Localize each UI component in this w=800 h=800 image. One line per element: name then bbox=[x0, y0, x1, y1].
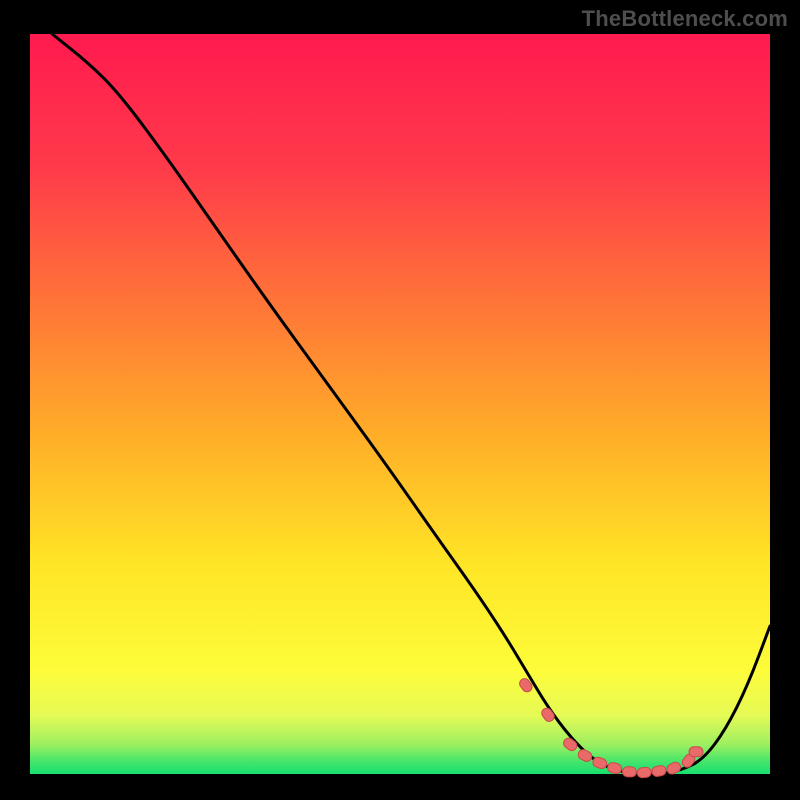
highlight-marker bbox=[637, 767, 652, 778]
chart-frame: TheBottleneck.com bbox=[0, 0, 800, 800]
highlight-marker bbox=[622, 766, 636, 777]
gradient-background bbox=[30, 34, 770, 774]
watermark-text: TheBottleneck.com bbox=[582, 6, 788, 32]
bottleneck-chart bbox=[0, 0, 800, 800]
plot-area bbox=[30, 34, 770, 774]
highlight-marker bbox=[689, 747, 703, 757]
